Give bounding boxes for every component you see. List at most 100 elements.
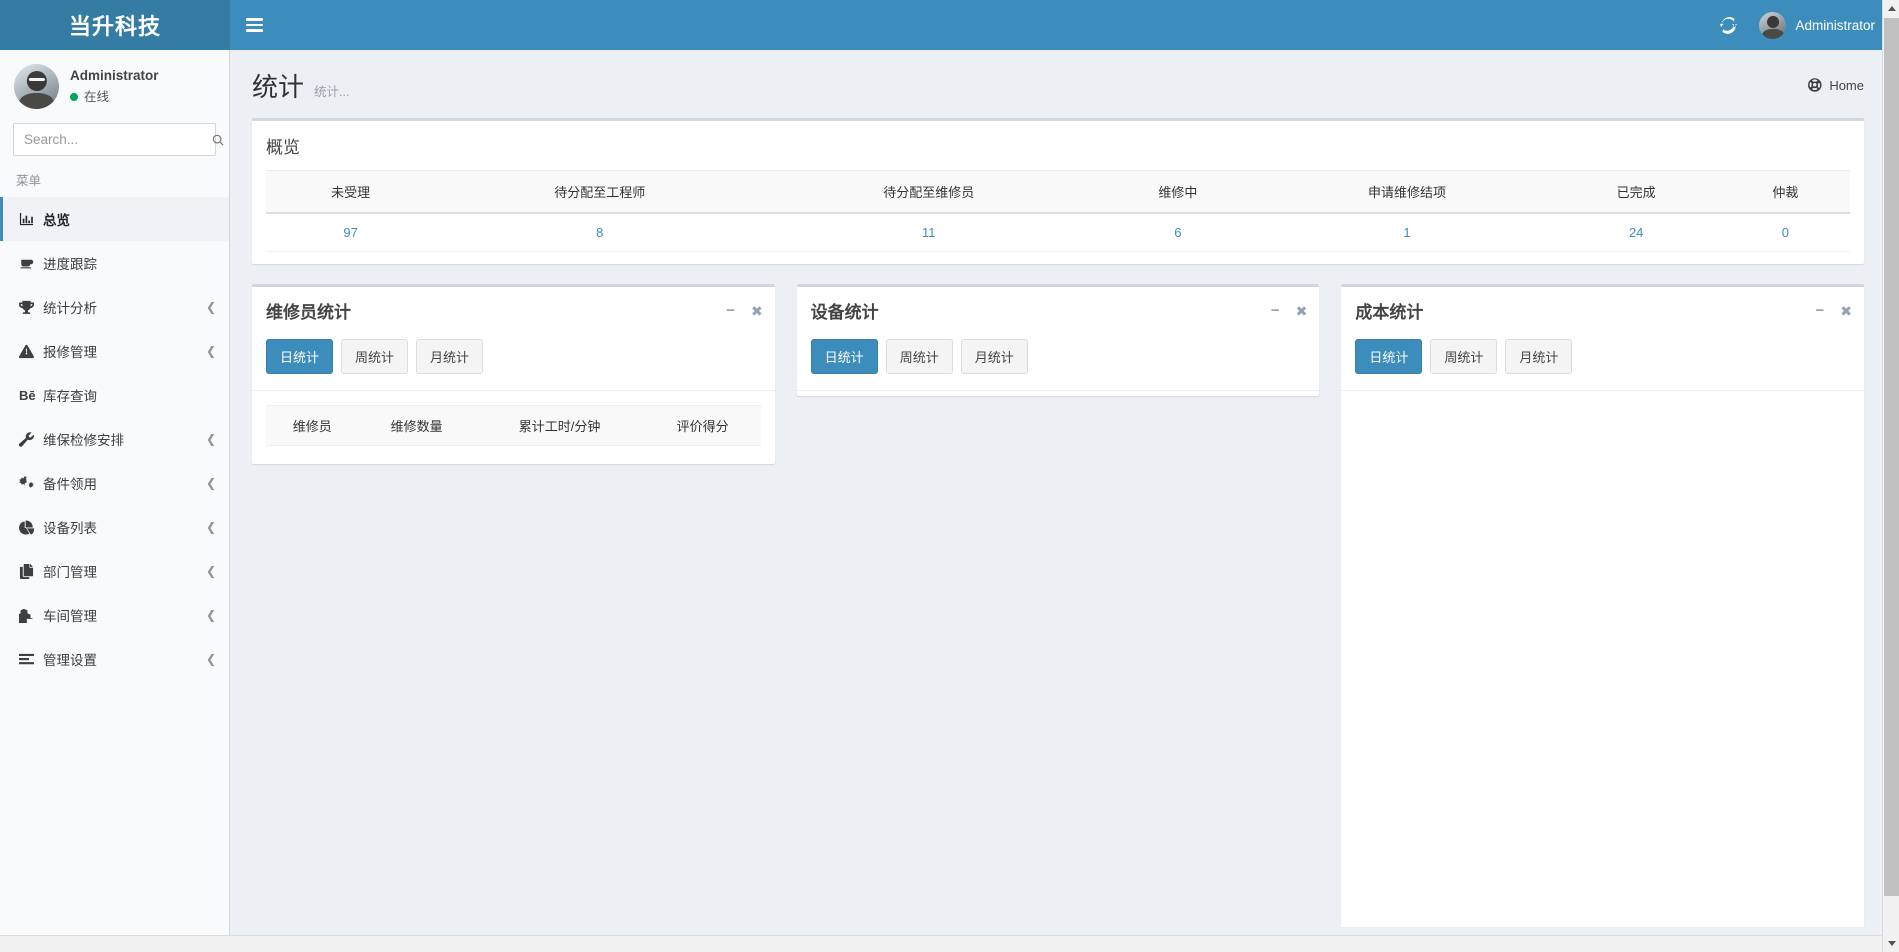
vertical-scrollbar[interactable] — [1882, 0, 1899, 952]
tab-daily[interactable]: 日统计 — [1355, 339, 1422, 374]
overview-count-link[interactable]: 1 — [1403, 225, 1410, 240]
equipment-statistics-box: 设备统计 − ✖ 日统计 周统计 月统计 — [797, 284, 1320, 396]
sidebar-item-label: 管理设置 — [43, 649, 206, 669]
main-navbar: Administrator — [230, 0, 1899, 50]
copy-icon — [19, 564, 43, 579]
chevron-left-icon: ❮ — [206, 301, 216, 313]
sidebar-item-workshop-management[interactable]: 车间管理 ❮ — [0, 593, 229, 637]
sidebar-user-status-label: 在线 — [84, 87, 109, 107]
scroll-down-button[interactable] — [1883, 935, 1899, 952]
page-subtitle: 统计... — [314, 81, 349, 100]
minimize-button[interactable]: − — [1271, 303, 1280, 318]
table-header-row: 未受理 待分配至工程师 待分配至维修员 维修中 申请维修结项 已完成 仲裁 — [266, 171, 1850, 214]
table-column-header: 待分配至维修员 — [764, 171, 1093, 214]
user-account-menu[interactable]: Administrator — [1751, 0, 1893, 50]
tab-daily[interactable]: 日统计 — [266, 339, 333, 374]
overview-count-link[interactable]: 11 — [922, 225, 936, 240]
gears-icon — [19, 476, 43, 491]
overview-count-link[interactable]: 8 — [596, 225, 603, 240]
tab-monthly[interactable]: 月统计 — [1505, 339, 1572, 374]
pie-chart-icon — [19, 520, 43, 535]
technician-statistics-table: 维修员 维修数量 累计工时/分钟 评价得分 — [266, 405, 761, 446]
cost-statistics-body — [1341, 390, 1864, 927]
sidebar-item-admin-settings[interactable]: 管理设置 ❮ — [0, 637, 229, 681]
overview-box-header: 概览 — [252, 121, 1864, 170]
caret-up-icon — [1888, 6, 1896, 11]
sidebar-item-department-management[interactable]: 部门管理 ❮ — [0, 549, 229, 593]
search-input[interactable] — [14, 132, 211, 147]
table-column-header: 维修数量 — [359, 406, 475, 446]
sidebar-item-label: 车间管理 — [43, 605, 206, 625]
sidebar-item-overview[interactable]: 总览 — [0, 197, 229, 241]
table-column-header: 维修员 — [266, 406, 359, 446]
chevron-left-icon: ❮ — [206, 345, 216, 357]
table-column-header: 评价得分 — [645, 406, 761, 446]
cost-statistics-header: 成本统计 − ✖ — [1341, 287, 1864, 333]
breadcrumb-home-link[interactable]: Home — [1829, 78, 1864, 93]
overview-count-link[interactable]: 97 — [343, 225, 357, 240]
horizontal-scrollbar-track[interactable] — [0, 935, 1882, 952]
user-name-label: Administrator — [1795, 18, 1875, 33]
chevron-left-icon: ❮ — [206, 609, 216, 621]
sidebar-item-inventory-query[interactable]: Bē 库存查询 — [0, 373, 229, 417]
equipment-statistics-header: 设备统计 − ✖ — [797, 287, 1320, 333]
chevron-left-icon: ❮ — [206, 433, 216, 445]
sidebar-item-spare-parts[interactable]: 备件领用 ❮ — [0, 461, 229, 505]
coffee-icon — [19, 256, 43, 271]
search-button[interactable] — [211, 124, 225, 155]
table-column-header: 未受理 — [266, 171, 435, 214]
tab-weekly[interactable]: 周统计 — [341, 339, 408, 374]
wrench-icon — [19, 432, 43, 447]
avatar — [1759, 12, 1786, 39]
panel-title: 维修员统计 — [266, 298, 351, 323]
technician-statistics-box: 维修员统计 − ✖ 日统计 周统计 月统计 — [252, 284, 775, 464]
chevron-left-icon: ❮ — [206, 521, 216, 533]
top-header-bar: 当升科技 Administrator — [0, 0, 1899, 50]
dashboard-icon — [1808, 78, 1822, 93]
minimize-button[interactable]: − — [1816, 303, 1825, 318]
table-row: 97 8 11 6 1 24 0 — [266, 213, 1850, 252]
sidebar-item-label: 报修管理 — [43, 341, 206, 361]
table-column-header: 待分配至工程师 — [435, 171, 764, 214]
refresh-button[interactable] — [1705, 0, 1751, 50]
sidebar-item-equipment-list[interactable]: 设备列表 ❮ — [0, 505, 229, 549]
close-button[interactable]: ✖ — [1840, 304, 1852, 318]
chevron-left-icon: ❮ — [206, 477, 216, 489]
sidebar-item-repair-management[interactable]: 报修管理 ❮ — [0, 329, 229, 373]
tab-daily[interactable]: 日统计 — [811, 339, 878, 374]
sidebar-toggle-button[interactable] — [230, 0, 278, 50]
sidebar-menu-header: 菜单 — [0, 156, 229, 197]
close-button[interactable]: ✖ — [1296, 304, 1308, 318]
chevron-left-icon: ❮ — [206, 565, 216, 577]
breadcrumb: Home — [1808, 78, 1864, 93]
sidebar-item-progress-tracking[interactable]: 进度跟踪 — [0, 241, 229, 285]
overview-box-body: 未受理 待分配至工程师 待分配至维修员 维修中 申请维修结项 已完成 仲裁 97 — [252, 170, 1864, 264]
minimize-button[interactable]: − — [726, 303, 735, 318]
cubes-icon — [19, 608, 43, 623]
list-icon — [19, 652, 43, 667]
overview-count-link[interactable]: 6 — [1174, 225, 1181, 240]
sidebar-search-wrapper — [0, 123, 229, 156]
technician-statistics-column: 维修员统计 − ✖ 日统计 周统计 月统计 — [252, 284, 775, 464]
table-column-header: 维修中 — [1093, 171, 1262, 214]
close-button[interactable]: ✖ — [751, 304, 763, 318]
tab-weekly[interactable]: 周统计 — [1430, 339, 1497, 374]
technician-statistics-header: 维修员统计 − ✖ — [252, 287, 775, 333]
technician-statistics-tabs: 日统计 周统计 月统计 — [252, 333, 775, 390]
sidebar-item-label: 总览 — [43, 209, 216, 229]
sidebar-item-statistics-analysis[interactable]: 统计分析 ❮ — [0, 285, 229, 329]
tab-monthly[interactable]: 月统计 — [416, 339, 483, 374]
overview-count-link[interactable]: 0 — [1782, 225, 1789, 240]
cost-statistics-column: 成本统计 − ✖ 日统计 周统计 月统计 — [1341, 284, 1864, 927]
tab-monthly[interactable]: 月统计 — [961, 339, 1028, 374]
page-title: 统计 — [252, 67, 304, 104]
scrollbar-thumb[interactable] — [1884, 18, 1899, 896]
scroll-up-button[interactable] — [1883, 0, 1899, 17]
panel-tools: − ✖ — [1271, 303, 1308, 318]
overview-count-link[interactable]: 24 — [1629, 225, 1643, 240]
tab-weekly[interactable]: 周统计 — [886, 339, 953, 374]
avatar — [14, 64, 59, 109]
brand-logo[interactable]: 当升科技 — [0, 0, 230, 50]
sidebar: Administrator 在线 菜单 总览 — [0, 50, 230, 952]
sidebar-item-maintenance-schedule[interactable]: 维保检修安排 ❮ — [0, 417, 229, 461]
